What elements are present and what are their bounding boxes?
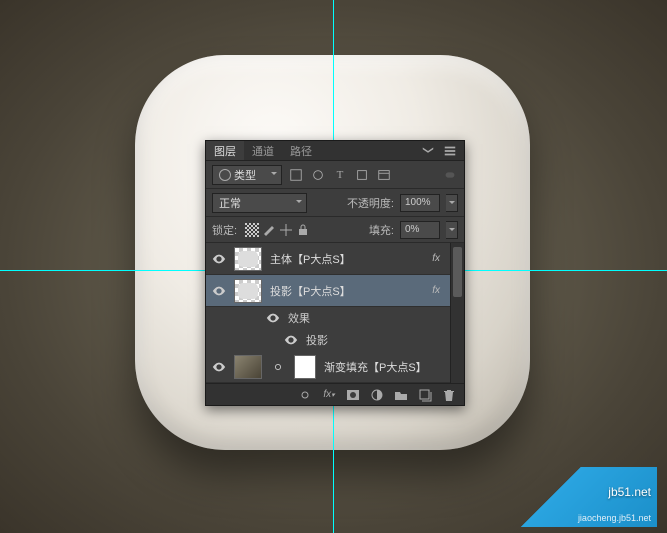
fill-stepper[interactable] [446,221,458,239]
lock-row: 锁定: 填充: 0% [206,217,464,243]
layer-thumbnail[interactable] [234,279,262,303]
opacity-stepper[interactable] [446,194,458,212]
tab-paths[interactable]: 路径 [282,141,320,160]
lock-transparent-icon[interactable] [245,223,259,237]
effects-header[interactable]: 效果 [206,307,464,329]
trash-icon[interactable] [442,388,456,402]
blend-row: 正常 不透明度: 100% [206,189,464,217]
layer-thumbnail[interactable] [234,355,262,379]
filter-shape-icon[interactable] [354,167,370,183]
scrollbar-thumb[interactable] [453,247,462,297]
fx-badge[interactable]: fx [432,285,440,296]
effects-label: 效果 [288,310,310,326]
lock-pixels-icon[interactable] [262,223,276,237]
layer-thumbnail[interactable] [234,247,262,271]
filter-toggle-icon[interactable] [442,167,458,183]
tab-channels[interactable]: 通道 [244,141,282,160]
visibility-toggle[interactable] [212,360,226,374]
layers-panel: 图层 通道 路径 类型 T 正常 不透明度: 100% 锁定: 填充: 0% [205,140,465,406]
filter-kind-label: 类型 [234,167,256,183]
fx-badge[interactable]: fx [432,253,440,264]
visibility-toggle[interactable] [212,284,226,298]
lock-position-icon[interactable] [279,223,293,237]
watermark-site: jb51.net [608,485,651,499]
watermark-sub: jiaocheng.jb51.net [578,513,651,523]
filter-row: 类型 T [206,161,464,189]
opacity-input[interactable]: 100% [400,194,440,212]
filter-pixel-icon[interactable] [288,167,304,183]
filter-kind-dropdown[interactable]: 类型 [212,165,282,185]
adjustment-icon[interactable] [370,388,384,402]
panel-menu-icon[interactable] [442,143,458,159]
layers-scrollbar[interactable] [450,243,464,383]
filter-type-icon[interactable]: T [332,167,348,183]
fill-input[interactable]: 0% [400,221,440,239]
visibility-toggle[interactable] [284,333,298,347]
group-icon[interactable] [394,388,408,402]
link-layers-icon[interactable] [298,388,312,402]
mask-link-icon[interactable] [270,359,286,375]
layers-list: 主体【P大点S】 fx 投影【P大点S】 fx 效果 投影 渐变填充【P大点S】 [206,243,464,383]
layer-name[interactable]: 渐变填充【P大点S】 [324,359,458,375]
tab-layers[interactable]: 图层 [206,141,244,160]
lock-all-icon[interactable] [296,223,310,237]
fx-menu-icon[interactable]: fx▾ [322,388,336,402]
filter-smart-icon[interactable] [376,167,392,183]
lock-label: 锁定: [212,222,237,238]
layer-name[interactable]: 主体【P大点S】 [270,251,424,267]
new-layer-icon[interactable] [418,388,432,402]
visibility-toggle[interactable] [212,252,226,266]
watermark: jb51.net jiaocheng.jb51.net [507,467,657,527]
layer-row[interactable]: 投影【P大点S】 fx [206,275,464,307]
panel-tabs: 图层 通道 路径 [206,141,464,161]
filter-adjust-icon[interactable] [310,167,326,183]
blend-mode-dropdown[interactable]: 正常 [212,193,307,213]
layer-row[interactable]: 主体【P大点S】 fx [206,243,464,275]
opacity-label: 不透明度: [347,195,394,211]
layer-name[interactable]: 投影【P大点S】 [270,283,424,299]
effect-name: 投影 [306,332,328,348]
mask-icon[interactable] [346,388,360,402]
panel-collapse-icon[interactable] [420,143,436,159]
blend-mode-value: 正常 [219,195,241,211]
effect-item[interactable]: 投影 [206,329,464,351]
fill-label: 填充: [369,222,394,238]
panel-footer: fx▾ [206,383,464,405]
layer-row[interactable]: 渐变填充【P大点S】 [206,351,464,383]
mask-thumbnail[interactable] [294,355,316,379]
visibility-toggle[interactable] [266,311,280,325]
